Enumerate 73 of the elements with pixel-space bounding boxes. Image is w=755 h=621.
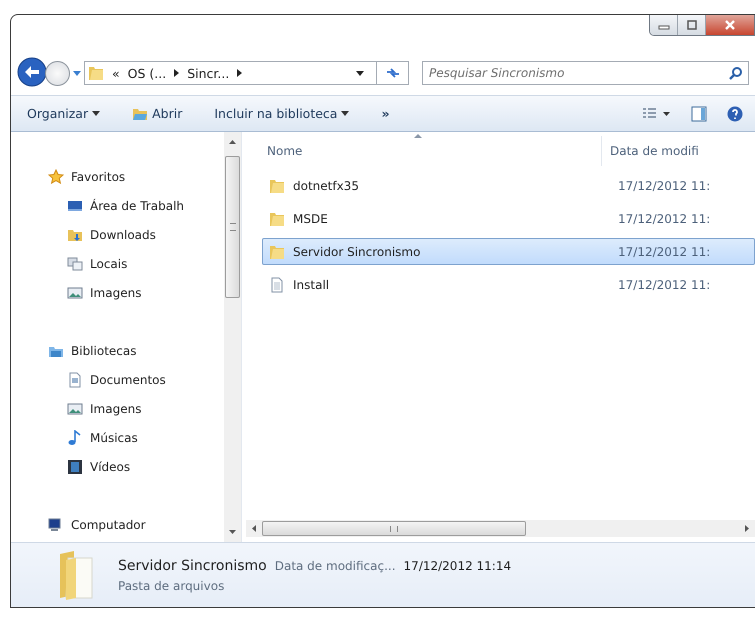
scroll-down-icon[interactable]	[229, 530, 236, 534]
column-header[interactable]: Data de modifi	[602, 136, 699, 166]
nav-item[interactable]: Imagens	[48, 394, 224, 423]
item-type: Pasta de arquivos	[118, 578, 226, 592]
folder-icon	[269, 210, 285, 226]
nav-group[interactable]: Computador	[48, 510, 224, 539]
document-icon	[269, 276, 285, 292]
file-name: dotnetfx35	[293, 178, 359, 192]
nav-group[interactable]: Favoritos	[48, 162, 224, 191]
view-options-icon[interactable]	[641, 106, 671, 120]
caret-icon[interactable]	[356, 70, 364, 76]
close-icon	[724, 20, 736, 30]
maximize-button[interactable]	[678, 15, 706, 35]
scroll-right-icon[interactable]	[745, 525, 749, 532]
caret-icon	[341, 111, 350, 116]
nav-item[interactable]: Área de Trabalh	[48, 191, 224, 220]
menu-button[interactable]: Incluir na biblioteca	[208, 102, 356, 125]
places-icon	[67, 256, 83, 272]
address-bar[interactable]: « OS (... Sincr...	[84, 61, 409, 85]
file-row[interactable]: dotnetfx35 17/12/2012 11:	[262, 172, 755, 199]
search-field[interactable]: Pesquisar Sincronismo	[422, 61, 749, 85]
file-name: MSDE	[293, 212, 328, 226]
music-note-icon	[67, 430, 83, 446]
date-cell-text: 17/12/2012 11:	[617, 178, 710, 192]
nav-item[interactable]: Vídeos	[48, 452, 224, 481]
document-icon	[67, 372, 83, 388]
more-button[interactable]: »	[375, 102, 396, 125]
file-row[interactable]: Servidor Sincronismo 17/12/2012 11:	[262, 238, 755, 265]
film-icon	[67, 458, 83, 474]
date-cell-text: 17/12/2012 11:	[617, 244, 710, 258]
file-name: Install	[293, 278, 330, 292]
folder-icon	[269, 244, 285, 260]
nav-item[interactable]: Downloads	[48, 220, 224, 249]
nav-item[interactable]: Músicas	[48, 423, 224, 452]
maximize-icon	[686, 20, 698, 30]
vertical-scrollbar[interactable]	[224, 132, 241, 542]
nav-item[interactable]: Imagens	[48, 278, 224, 307]
open-button[interactable]: Abrir	[126, 102, 188, 126]
breadcrumb-overflow[interactable]: «	[112, 66, 120, 80]
close-button[interactable]	[706, 15, 754, 35]
field-label: Data de modificaç...	[274, 558, 396, 572]
search-icon[interactable]	[729, 66, 743, 80]
scroll-left-icon[interactable]	[252, 525, 256, 532]
picture-icon	[67, 284, 83, 300]
nav-item[interactable]: Locais	[48, 249, 224, 278]
breadcrumb-segment[interactable]: OS (...	[128, 66, 166, 80]
caret-icon	[92, 111, 100, 116]
back-button[interactable]	[16, 57, 48, 89]
horizontal-scrollbar[interactable]	[246, 520, 755, 537]
date-cell-text: 17/12/2012 11:	[617, 212, 710, 226]
star-icon	[48, 168, 64, 184]
item-name: Servidor Sincronismo	[118, 558, 267, 574]
file-row[interactable]: MSDE 17/12/2012 11:	[262, 205, 755, 232]
dropdown-arrow-icon[interactable]	[73, 70, 81, 76]
nav-group[interactable]: Bibliotecas	[48, 336, 224, 365]
minimize-button[interactable]	[650, 15, 678, 35]
date-cell-text: 17/12/2012 11:	[617, 278, 710, 292]
preview-pane-icon[interactable]	[691, 106, 707, 122]
chevron-right-icon[interactable]	[237, 69, 242, 77]
column-header[interactable]: Nome	[242, 136, 602, 166]
breadcrumb-segment[interactable]: Sincr...	[187, 66, 230, 80]
folder-icon	[269, 178, 285, 194]
folder-icon	[88, 65, 104, 81]
menu-button[interactable]: Organizar	[21, 102, 106, 125]
sort-arrow-icon	[414, 134, 422, 138]
picture-icon	[67, 400, 83, 416]
chevron-right-icon[interactable]	[174, 69, 180, 77]
file-row[interactable]: Install 17/12/2012 11:	[262, 271, 755, 298]
help-icon[interactable]	[727, 106, 743, 122]
scroll-up-icon[interactable]	[229, 140, 236, 144]
field-value: 17/12/2012 11:14	[404, 558, 512, 572]
file-name: Servidor Sincronismo	[293, 244, 420, 258]
nav-item[interactable]: Documentos	[48, 365, 224, 394]
